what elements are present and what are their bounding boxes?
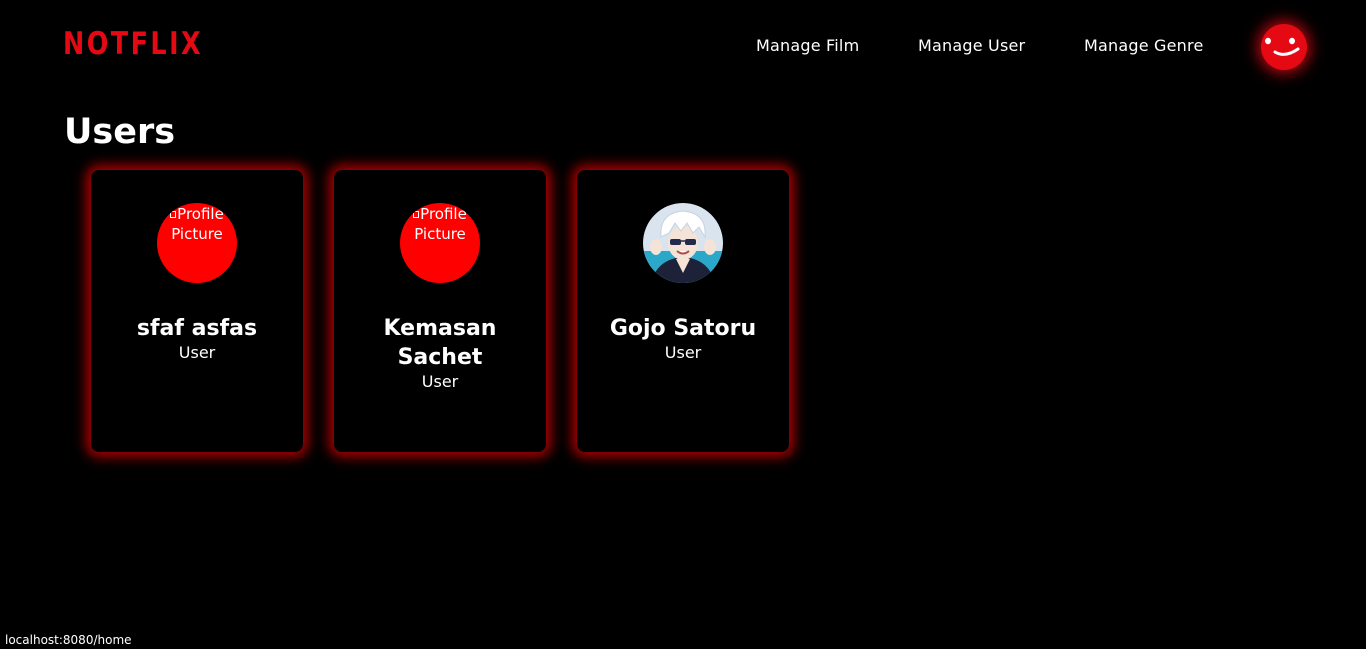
navbar: NOTFLIX Manage Film Manage User Manage G… — [0, 0, 1366, 92]
user-name: sfaf asfas User — [91, 314, 303, 363]
status-bar-url: localhost:8080/home — [0, 630, 137, 649]
user-role: User — [178, 343, 216, 362]
user-role: User — [421, 372, 459, 391]
nav-manage-film[interactable]: Manage Film — [756, 36, 859, 56]
broken-image-icon — [170, 211, 177, 218]
nav-manage-user[interactable]: Manage User — [918, 36, 1025, 56]
profile-menu-button[interactable] — [1261, 24, 1307, 70]
avatar-alt-text: Profile Picture — [414, 205, 467, 243]
broken-image-alt: Profile Picture — [157, 204, 237, 244]
avatar: Profile Picture — [400, 203, 480, 283]
user-name: Gojo Satoru User — [577, 314, 789, 363]
broken-image-alt: Profile Picture — [400, 204, 480, 244]
user-card[interactable]: Profile Picture Kemasan Sachet User — [334, 170, 546, 452]
user-card[interactable]: Profile Picture sfaf asfas User — [91, 170, 303, 452]
user-role: User — [664, 343, 702, 362]
page-title: Users — [64, 112, 176, 152]
avatar — [643, 203, 723, 283]
avatar-alt-text: Profile Picture — [171, 205, 224, 243]
notflix-logo[interactable]: NOTFLIX — [63, 24, 203, 64]
user-name-text: Gojo Satoru — [609, 316, 757, 341]
smiley-face-icon — [1265, 37, 1300, 56]
user-name-text: Kemasan Sachet — [383, 316, 497, 370]
nav-manage-genre[interactable]: Manage Genre — [1084, 36, 1204, 56]
avatar: Profile Picture — [157, 203, 237, 283]
user-name-text: sfaf asfas — [136, 316, 258, 341]
user-card[interactable]: Gojo Satoru User — [577, 170, 789, 452]
anime-avatar-image — [643, 203, 723, 283]
user-name: Kemasan Sachet User — [334, 314, 546, 392]
broken-image-icon — [413, 211, 420, 218]
